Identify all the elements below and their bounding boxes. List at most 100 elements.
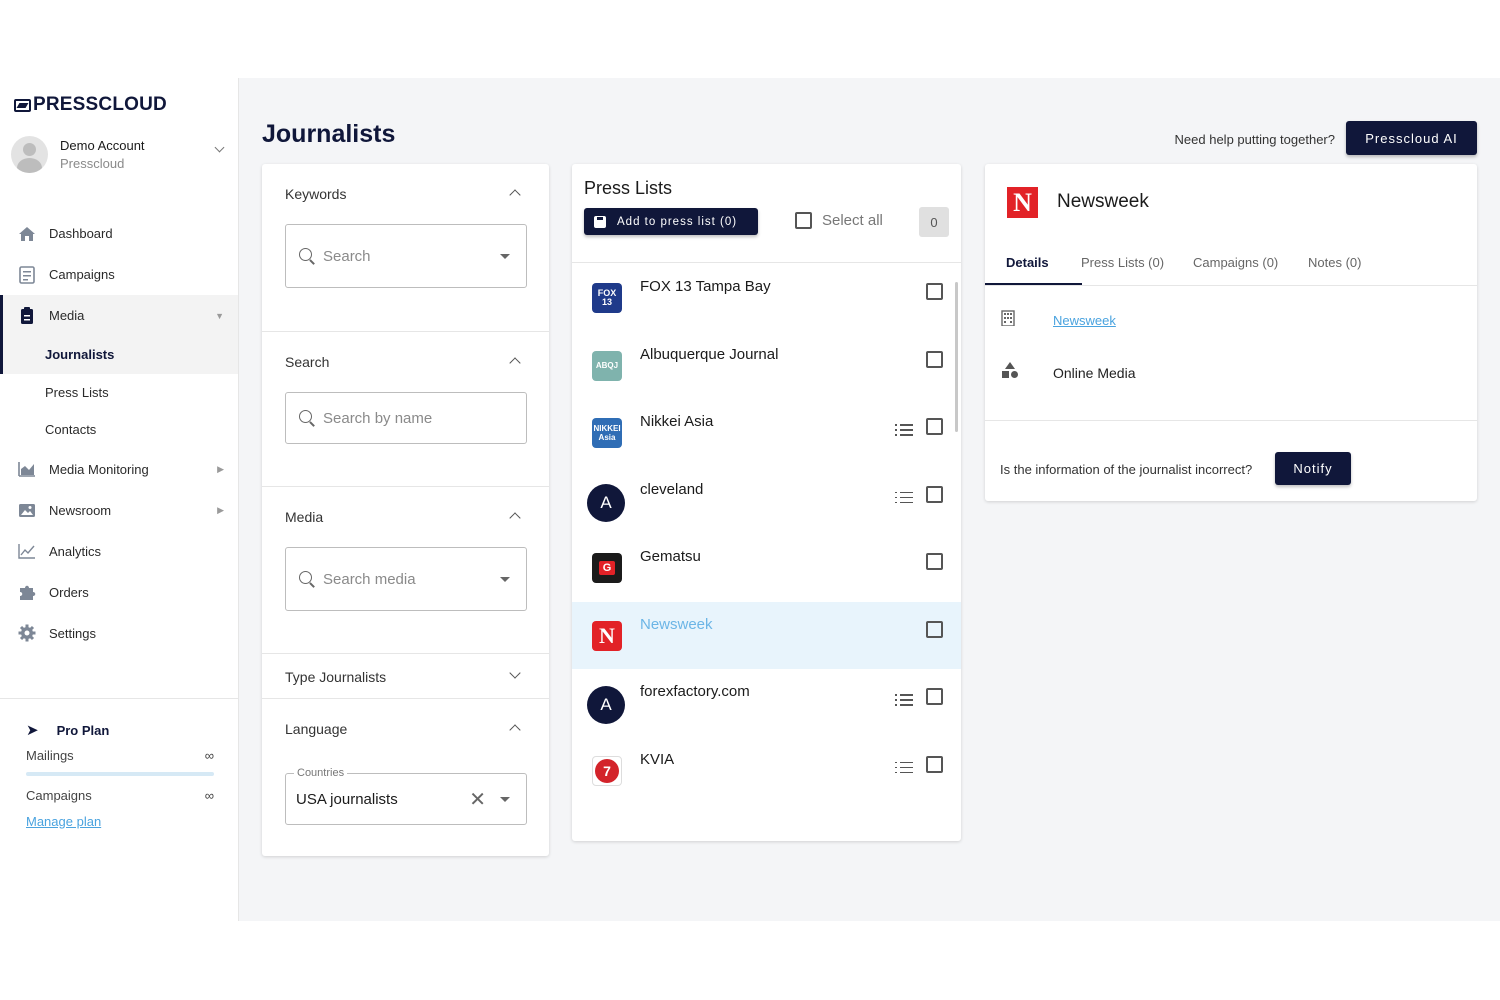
save-icon — [594, 215, 606, 228]
list-item[interactable]: FOX 13 FOX 13 Tampa Bay — [572, 264, 961, 332]
caret-right-icon[interactable]: ▶ — [217, 505, 224, 516]
presscloud-ai-button[interactable]: Presscloud AI — [1346, 121, 1477, 155]
mailings-label: Mailings — [26, 748, 74, 763]
select-all-checkbox[interactable]: Select all — [795, 212, 883, 229]
account-switcher[interactable]: Demo Account Presscloud — [11, 134, 231, 174]
mailings-value: ∞ — [204, 748, 214, 763]
sidebar-item-orders[interactable]: Orders — [0, 572, 238, 613]
search-by-name-input[interactable]: Search by name — [285, 392, 527, 444]
chevron-up-icon[interactable] — [509, 189, 521, 201]
chart-area-icon — [17, 459, 37, 479]
notify-button[interactable]: Notify — [1275, 452, 1351, 485]
row-checkbox[interactable] — [926, 688, 943, 705]
gematsu-logo-icon: G — [592, 553, 622, 583]
chevron-up-icon[interactable] — [509, 357, 521, 369]
sidebar-item-label: Media Monitoring — [49, 461, 149, 477]
row-checkbox[interactable] — [926, 350, 943, 368]
row-checkbox[interactable] — [926, 283, 943, 300]
search-icon — [299, 571, 315, 587]
mailings-progress-bar — [26, 772, 214, 776]
sidebar-item-label: Campaigns — [49, 267, 115, 282]
list-item-selected[interactable]: N Newsweek — [572, 601, 961, 669]
list-item[interactable]: A forexfactory.com — [572, 669, 961, 737]
search-icon — [299, 410, 315, 426]
caret-down-icon[interactable] — [500, 576, 510, 582]
row-checkbox[interactable] — [926, 418, 943, 435]
countries-select[interactable]: Countries USA journalists ✕ — [285, 767, 527, 825]
media-website-link[interactable]: Newsweek — [1053, 313, 1116, 328]
sidebar-item-label: Analytics — [49, 543, 102, 559]
media-header[interactable]: Media — [262, 487, 549, 547]
keywords-header[interactable]: Keywords — [262, 164, 549, 224]
list-icon[interactable] — [895, 694, 913, 708]
list-item-name: FOX 13 Tampa Bay — [640, 278, 771, 295]
checkbox-icon[interactable] — [795, 212, 812, 229]
avatar: A — [587, 686, 625, 724]
list-item[interactable]: G Gematsu — [572, 534, 961, 602]
list-item[interactable]: A cleveland — [572, 467, 961, 535]
home-icon — [17, 224, 37, 244]
sidebar-item-media[interactable]: Media ▼ — [0, 295, 238, 336]
chevron-up-icon[interactable] — [509, 724, 521, 736]
type-journalists-header[interactable]: Type Journalists — [262, 654, 549, 699]
clipboard-icon — [17, 306, 37, 326]
sidebar-subitem-journalists[interactable]: Journalists — [0, 336, 238, 374]
tab-campaigns[interactable]: Campaigns (0) — [1193, 255, 1278, 270]
tab-notes[interactable]: Notes (0) — [1308, 255, 1361, 270]
list-item-name: KVIA — [640, 750, 675, 768]
sidebar-item-label: Orders — [49, 584, 89, 600]
list-item[interactable]: ABQJ Albuquerque Journal — [572, 332, 961, 400]
document-icon — [17, 265, 37, 285]
sidebar-item-newsroom[interactable]: Newsroom ▶ — [0, 490, 238, 531]
sidebar-item-label: Settings — [49, 625, 96, 641]
incorrect-info-text: Is the information of the journalist inc… — [1000, 462, 1253, 477]
keywords-search-select[interactable]: Search — [285, 224, 527, 288]
tab-details[interactable]: Details — [1006, 255, 1049, 270]
manage-plan-link[interactable]: Manage plan — [26, 814, 214, 829]
caret-down-icon[interactable]: ▼ — [215, 311, 224, 321]
search-label: Search — [285, 354, 330, 370]
page-title: Journalists — [262, 120, 396, 148]
media-type-row: Online Media — [1001, 361, 1136, 384]
caret-right-icon[interactable]: ▶ — [217, 464, 224, 475]
caret-down-icon[interactable] — [500, 253, 510, 259]
kvia-logo-icon: 7 — [592, 755, 622, 786]
divider — [0, 698, 238, 699]
sidebar-item-label: Media — [49, 308, 85, 323]
sidebar-item-analytics[interactable]: Analytics — [0, 531, 238, 572]
clear-icon[interactable]: ✕ — [469, 787, 486, 812]
sidebar-item-media-monitoring[interactable]: Media Monitoring ▶ — [0, 449, 238, 490]
caret-down-icon[interactable] — [500, 796, 510, 802]
search-header[interactable]: Search — [262, 332, 549, 392]
list-item[interactable]: NIKKEI Asia Nikkei Asia — [572, 399, 961, 467]
sidebar-item-dashboard[interactable]: Dashboard — [0, 213, 238, 254]
row-checkbox[interactable] — [926, 755, 943, 773]
chevron-down-icon[interactable] — [509, 667, 521, 679]
brand-logo[interactable]: PRESSCLOUD — [14, 94, 167, 116]
select-all-label: Select all — [822, 212, 883, 229]
sidebar-subitem-press-lists[interactable]: Press Lists — [0, 374, 238, 412]
divider — [985, 420, 1477, 421]
row-checkbox[interactable] — [926, 553, 943, 570]
media-search-select[interactable]: Search media — [285, 547, 527, 611]
tab-press-lists[interactable]: Press Lists (0) — [1081, 255, 1164, 270]
language-header[interactable]: Language — [262, 699, 549, 759]
chevron-down-icon[interactable] — [214, 142, 225, 153]
line-chart-icon — [17, 541, 37, 561]
sidebar-item-campaigns[interactable]: Campaigns — [0, 254, 238, 295]
sidebar-item-settings[interactable]: Settings — [0, 613, 238, 654]
list-icon[interactable] — [895, 761, 913, 776]
sidebar: PRESSCLOUD Demo Account Presscloud Dashb… — [0, 78, 239, 921]
keywords-placeholder: Search — [323, 247, 371, 265]
row-checkbox[interactable] — [926, 485, 943, 503]
list-item[interactable]: 7 KVIA — [572, 737, 961, 805]
keywords-label: Keywords — [285, 186, 347, 202]
add-to-press-list-button[interactable]: Add to press list (0) — [584, 208, 758, 235]
sidebar-nav: Dashboard Campaigns Media ▼ Journalists … — [0, 213, 238, 654]
newsweek-logo-icon: N — [592, 620, 622, 651]
sidebar-subitem-contacts[interactable]: Contacts — [0, 411, 238, 449]
list-icon[interactable] — [895, 491, 913, 506]
chevron-up-icon[interactable] — [509, 512, 521, 524]
row-checkbox[interactable] — [926, 620, 943, 638]
list-icon[interactable] — [895, 424, 913, 438]
